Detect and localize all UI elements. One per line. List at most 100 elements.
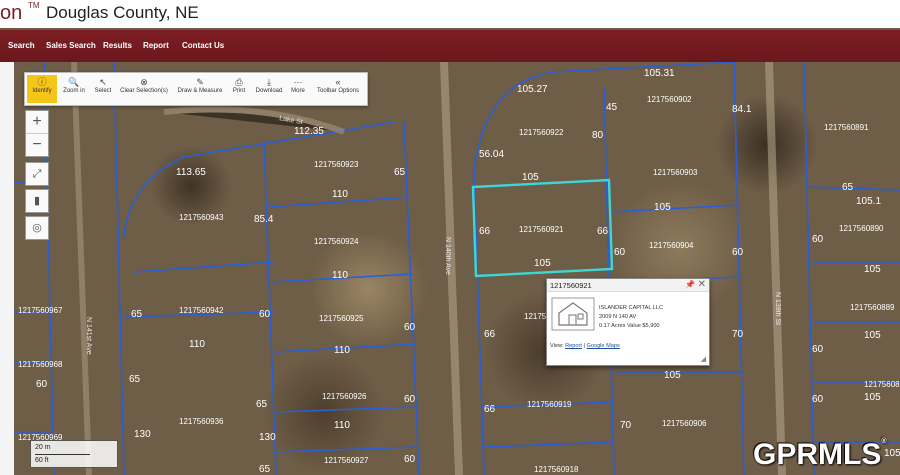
svg-text:84.1: 84.1 (732, 104, 752, 115)
popup-links: View: Report | Google Maps (550, 343, 620, 349)
svg-text:130: 130 (259, 432, 276, 443)
print-tool[interactable]: ⎙ Print (229, 75, 249, 103)
svg-text:65: 65 (394, 167, 406, 178)
toolbar-options-tool[interactable]: « Toolbar Options (313, 75, 363, 103)
pin-icon[interactable]: 📌 (685, 280, 695, 289)
bookmark-button[interactable]: ▮ (25, 189, 49, 213)
svg-text:66: 66 (484, 404, 496, 415)
svg-text:70: 70 (620, 420, 632, 431)
brand-trademark: TM (28, 1, 40, 10)
pointer-icon: ↖ (99, 77, 107, 87)
select-tool[interactable]: ↖ Select (91, 75, 115, 103)
download-tool[interactable]: ⤓ Download (253, 75, 285, 103)
parcel-id-label: 1217560927 (324, 456, 369, 465)
property-address: 2009 N 140 AV (599, 314, 637, 320)
svg-text:60: 60 (259, 309, 271, 320)
zoom-out-button[interactable]: − (26, 133, 48, 156)
parcel-id-label: 1217560902 (647, 95, 692, 104)
full-extent-button[interactable]: ⤢ (25, 162, 49, 186)
svg-text:105.27: 105.27 (517, 84, 548, 95)
nav-search[interactable]: Search (8, 41, 35, 50)
watermark-text: GPRMLS (753, 438, 882, 471)
parcel-id-label: 1217560926 (322, 392, 367, 401)
download-icon: ⤓ (267, 77, 271, 87)
parcel-overlay: 1217560922 1217560902 1217560891 1217560… (14, 62, 900, 475)
zoom-in-tool[interactable]: 🔍 Zoom in (59, 75, 89, 103)
download-label: Download (255, 88, 283, 94)
svg-text:66: 66 (484, 329, 496, 340)
clear-selection-tool[interactable]: ⊗ Clear Selection(s) (117, 75, 171, 103)
svg-text:65: 65 (131, 309, 143, 320)
svg-text:105: 105 (864, 264, 881, 275)
svg-text:110: 110 (189, 339, 205, 350)
svg-text:113.65: 113.65 (176, 167, 206, 178)
svg-text:60: 60 (36, 379, 48, 390)
svg-text:60: 60 (404, 322, 416, 333)
road-n141st (71, 62, 92, 475)
svg-text:110: 110 (332, 189, 348, 200)
parcel-id-label: 1217560919 (527, 400, 572, 409)
identify-label: Identify (32, 88, 52, 94)
map-toolbar: ⓘ Identify 🔍 Zoom in ↖ Select ⊗ Clear Se… (24, 72, 368, 106)
main-nav: Search Sales Search Results Report Conta… (0, 30, 900, 62)
svg-text:45: 45 (606, 102, 618, 113)
zoom-in-label: Zoom in (63, 88, 85, 94)
more-label: More (291, 88, 305, 94)
svg-text:65: 65 (129, 374, 141, 385)
resize-handle-icon[interactable]: ◢ (701, 355, 706, 363)
identify-tool[interactable]: ⓘ Identify (27, 75, 57, 103)
svg-text:105.1: 105.1 (856, 196, 881, 207)
close-icon[interactable]: ✕ (698, 279, 706, 290)
svg-text:60: 60 (812, 344, 824, 355)
parcel-id-partial-label: 12175 (524, 312, 547, 321)
app-header: on TM Douglas County, NE (0, 0, 900, 28)
nav-report[interactable]: Report (143, 41, 169, 50)
watermark-tm: ® (881, 438, 887, 445)
more-tool[interactable]: ⋯ More (287, 75, 309, 103)
parcel-id-label: 1217560921 (519, 225, 564, 234)
svg-text:60: 60 (812, 234, 824, 245)
brand-logo[interactable]: on (0, 2, 22, 25)
locate-icon: ◎ (32, 222, 42, 234)
svg-text:110: 110 (334, 420, 350, 431)
select-label: Select (94, 88, 112, 94)
parcel-id-label: 1217560888 (864, 380, 900, 389)
parcel-id-label: 1217560922 (519, 128, 564, 137)
parcel-id-label: 1217560936 (179, 417, 224, 426)
clear-icon: ⊗ (140, 77, 148, 87)
expand-icon: ⤢ (32, 168, 42, 180)
chevrons-icon: « (335, 77, 341, 87)
parcel-id-label: 1217560968 (18, 360, 63, 369)
left-panel-strip[interactable] (0, 62, 15, 475)
svg-text:66: 66 (479, 226, 491, 237)
toolbar-options-label: Toolbar Options (316, 88, 360, 94)
bookmark-icon: ▮ (33, 195, 41, 207)
svg-text:66: 66 (597, 226, 609, 237)
nav-results[interactable]: Results (103, 41, 132, 50)
more-icon: ⋯ (293, 77, 303, 87)
svg-text:65: 65 (259, 464, 271, 475)
parcel-id-label: 1217560943 (179, 213, 224, 222)
gprmls-watermark: GPRMLS® (753, 438, 887, 472)
svg-text:56.04: 56.04 (479, 149, 504, 160)
scale-imperial: 60 ft (35, 454, 90, 467)
scale-metric: 20 m (35, 444, 51, 451)
clear-selection-label: Clear Selection(s) (120, 88, 168, 94)
nav-sales-search[interactable]: Sales Search (46, 41, 96, 50)
zoom-in-button[interactable]: + (26, 111, 48, 133)
svg-text:130: 130 (134, 429, 151, 440)
google-maps-link[interactable]: Google Maps (587, 343, 620, 349)
svg-text:65: 65 (256, 399, 268, 410)
map-canvas[interactable]: 1217560922 1217560902 1217560891 1217560… (14, 62, 900, 475)
svg-text:105.31: 105.31 (644, 68, 675, 79)
svg-text:105: 105 (534, 258, 551, 269)
locate-button[interactable]: ◎ (25, 216, 49, 240)
report-link[interactable]: Report (565, 343, 582, 349)
parcel-id-label: 1217560889 (850, 303, 895, 312)
draw-measure-tool[interactable]: ✎ Draw & Measure (175, 75, 225, 103)
nav-contact-us[interactable]: Contact Us (182, 41, 224, 50)
view-label: View: (550, 343, 564, 349)
svg-text:80: 80 (592, 130, 604, 141)
parcel-id-label: 1217560904 (649, 241, 694, 250)
parcel-id-label: 1217560967 (18, 306, 63, 315)
